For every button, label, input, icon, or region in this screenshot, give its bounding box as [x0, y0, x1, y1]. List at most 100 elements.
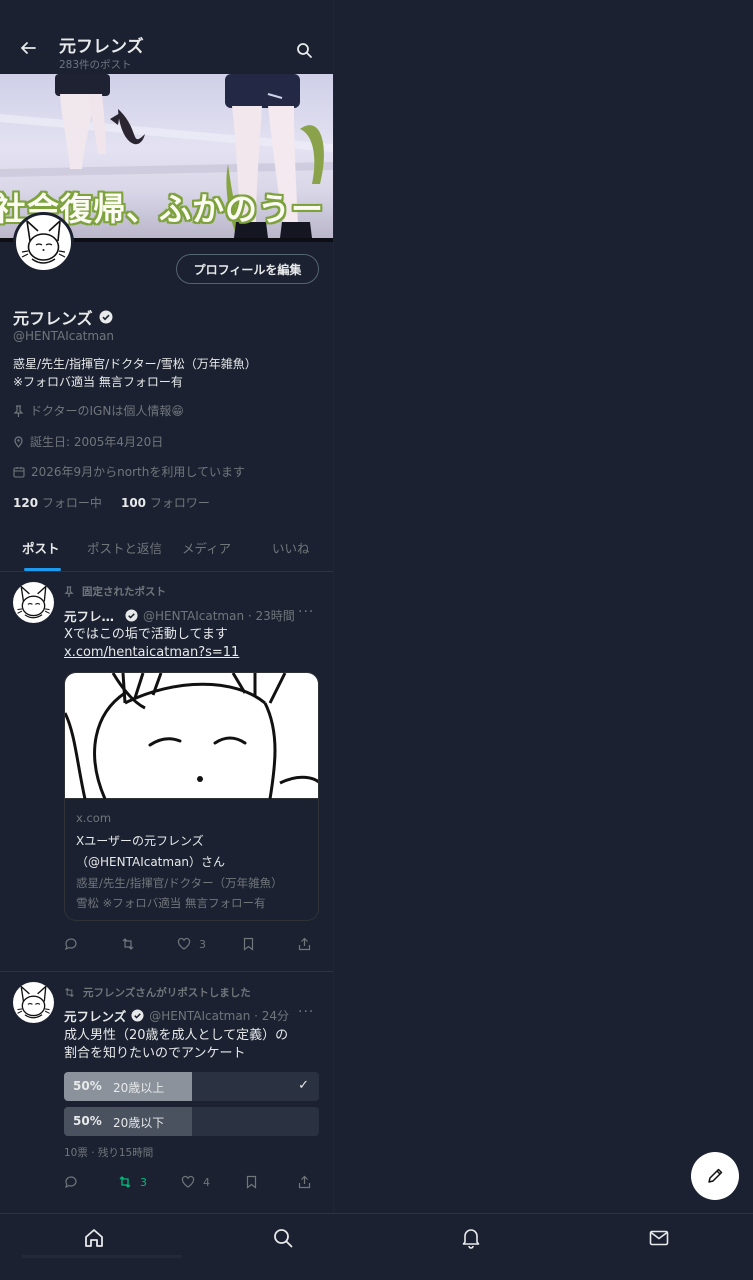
reply-icon [65, 1176, 77, 1189]
profile-name: 元フレンズ [13, 305, 113, 329]
compose-button[interactable] [691, 1152, 739, 1200]
compose-icon [708, 1168, 723, 1183]
top-header: 元フレンズ 283件のポスト [0, 0, 333, 74]
card-description: 惑星/先生/指揮官/ドクター（万年雑魚） 雪松 ※フォロバ適当 無言フォロー有 [76, 873, 283, 913]
profile-birthday: 誕生日: 2005年4月20日 [13, 433, 163, 450]
bookmark-icon [243, 937, 254, 951]
following-label: フォロー中 [41, 496, 102, 510]
search-icon[interactable] [272, 1227, 294, 1249]
following-link[interactable]: 120 フォロー中 [13, 496, 102, 510]
tab-posts-and-replies[interactable]: ポストと返信 [87, 538, 162, 557]
share-icon [298, 1175, 311, 1189]
pinned-context-text: 固定されたポスト [82, 586, 166, 598]
followers-label: フォロワー [149, 496, 210, 510]
scroll-peek [22, 1255, 182, 1258]
like-button[interactable]: 4 [181, 1175, 210, 1189]
post-link[interactable]: x.com/hentaicatman?s=11 [64, 644, 239, 662]
verified-icon [99, 310, 113, 324]
poll-option-1[interactable]: 50% 20歳以上 ✓ [64, 1072, 319, 1101]
post-author-name[interactable]: 元フレ… [64, 606, 114, 625]
repost-icon [122, 938, 134, 950]
post-text-line-2: 割合を知りたいのでアンケート [64, 1046, 246, 1061]
post-actions: 3 [64, 937, 319, 957]
search-icon[interactable] [296, 42, 313, 59]
bio-line-2: ※フォロバ適当 無言フォロー有 [13, 375, 183, 389]
tab-media[interactable]: メディア [182, 538, 231, 557]
profile-joined: 2026年9月からnorthを利用しています [13, 463, 245, 480]
post-author-name[interactable]: 元フレンズ [64, 1006, 126, 1025]
tab-posts[interactable]: ポスト [22, 538, 60, 557]
cat-sketch-icon [65, 673, 318, 800]
repost-button[interactable]: 3 [118, 1175, 147, 1189]
share-button[interactable] [298, 937, 311, 951]
poll-percent-2: 50% [73, 1114, 102, 1128]
poll-label-2: 20歳以下 [113, 1116, 165, 1130]
reply-icon [65, 938, 77, 951]
profile-handle: @HENTAIcatman [13, 329, 115, 343]
followers-link[interactable]: 100 フォロワー [121, 496, 210, 510]
home-icon[interactable] [83, 1227, 105, 1249]
cat-avatar-icon [17, 984, 50, 1019]
repost-button[interactable] [121, 937, 135, 951]
card-title: Xユーザーの元フレンズ （@HENTAIcatman）さん [76, 831, 225, 873]
profile-avatar[interactable] [13, 212, 74, 273]
repost-context-text: 元フレンズさんがリポストしました [83, 987, 251, 999]
card-title-line-1: Xユーザーの元フレンズ [76, 834, 204, 848]
repost-icon [119, 1176, 131, 1188]
tab-likes[interactable]: いいね [272, 538, 310, 557]
post-count: 283件のポスト [59, 59, 132, 71]
cat-avatar-icon [21, 220, 66, 264]
column-divider [333, 0, 334, 1213]
profile-bio: 惑星/先生/指揮官/ドクター/雪松（万年雑魚） ※フォロバ適当 無言フォロー有 [13, 355, 257, 391]
link-preview-image [65, 673, 318, 800]
pinned-note-text: ドクターのIGNは個人情報😁 [30, 404, 184, 418]
header-title: 元フレンズ [59, 37, 144, 57]
card-desc-line-2: 雪松 ※フォロバ適当 無言フォロー有 [76, 896, 266, 910]
more-options-icon[interactable]: ··· [298, 1004, 314, 1020]
post-text: 成人男性（20歳を成人として定義）の 割合を知りたいのでアンケート [64, 1027, 288, 1063]
post-header: 元フレ… @HENTAIcatman · 23時間 [64, 606, 295, 625]
share-button[interactable] [298, 1175, 311, 1189]
post-handle-time: @HENTAIcatman · 23時間 [143, 609, 295, 623]
like-button[interactable]: 3 [177, 937, 206, 951]
more-options-icon[interactable]: ··· [298, 604, 314, 620]
bookmark-icon [246, 1175, 257, 1189]
mail-icon[interactable] [648, 1227, 670, 1249]
profile-tabs: ポスト ポストと返信 メディア いいね [0, 530, 333, 572]
reply-button[interactable] [64, 1175, 78, 1189]
post-actions: 3 4 [64, 1175, 319, 1195]
joined-text: 2026年9月からnorthを利用しています [31, 465, 246, 479]
post-text-line: Xではこの垢で活動してます [64, 627, 228, 642]
like-icon [181, 1175, 195, 1188]
post-handle-time: @HENTAIcatman · 24分 [149, 1009, 290, 1023]
back-arrow-icon[interactable] [18, 38, 38, 58]
calendar-icon [13, 466, 25, 478]
bell-icon[interactable] [460, 1227, 482, 1249]
like-count: 4 [203, 1175, 210, 1189]
bio-line-1: 惑星/先生/指揮官/ドクター/雪松（万年雑魚） [13, 357, 257, 371]
poll-option-2[interactable]: 50% 20歳以下 [64, 1107, 319, 1136]
post-text-line-1: 成人男性（20歳を成人として定義）の [64, 1028, 289, 1043]
birthday-text: 誕生日: 2005年4月20日 [30, 435, 164, 449]
pin-icon [13, 404, 24, 417]
active-tab-indicator [24, 568, 61, 571]
verified-icon [131, 1009, 144, 1022]
pinned-context: 固定されたポスト [64, 584, 166, 599]
bookmark-button[interactable] [242, 937, 255, 951]
link-preview-card[interactable]: x.com Xユーザーの元フレンズ （@HENTAIcatman）さん 惑星/先… [64, 672, 319, 921]
like-count: 3 [199, 937, 206, 951]
bookmark-button[interactable] [245, 1175, 258, 1189]
post-avatar[interactable] [13, 582, 54, 623]
bottom-nav [0, 1213, 753, 1280]
poll-percent-1: 50% [73, 1079, 102, 1093]
card-desc-line-1: 惑星/先生/指揮官/ドクター（万年雑魚） [76, 876, 283, 890]
poll-check-icon: ✓ [298, 1078, 309, 1093]
repost-context: 元フレンズさんがリポストしました [64, 985, 251, 1000]
post-avatar[interactable] [13, 982, 54, 1023]
location-icon [14, 435, 23, 448]
poll-label-1: 20歳以上 [113, 1081, 165, 1095]
share-icon [298, 937, 311, 951]
repost-count: 3 [140, 1175, 147, 1189]
reply-button[interactable] [64, 937, 78, 951]
edit-profile-button[interactable]: プロフィールを編集 [176, 254, 319, 284]
